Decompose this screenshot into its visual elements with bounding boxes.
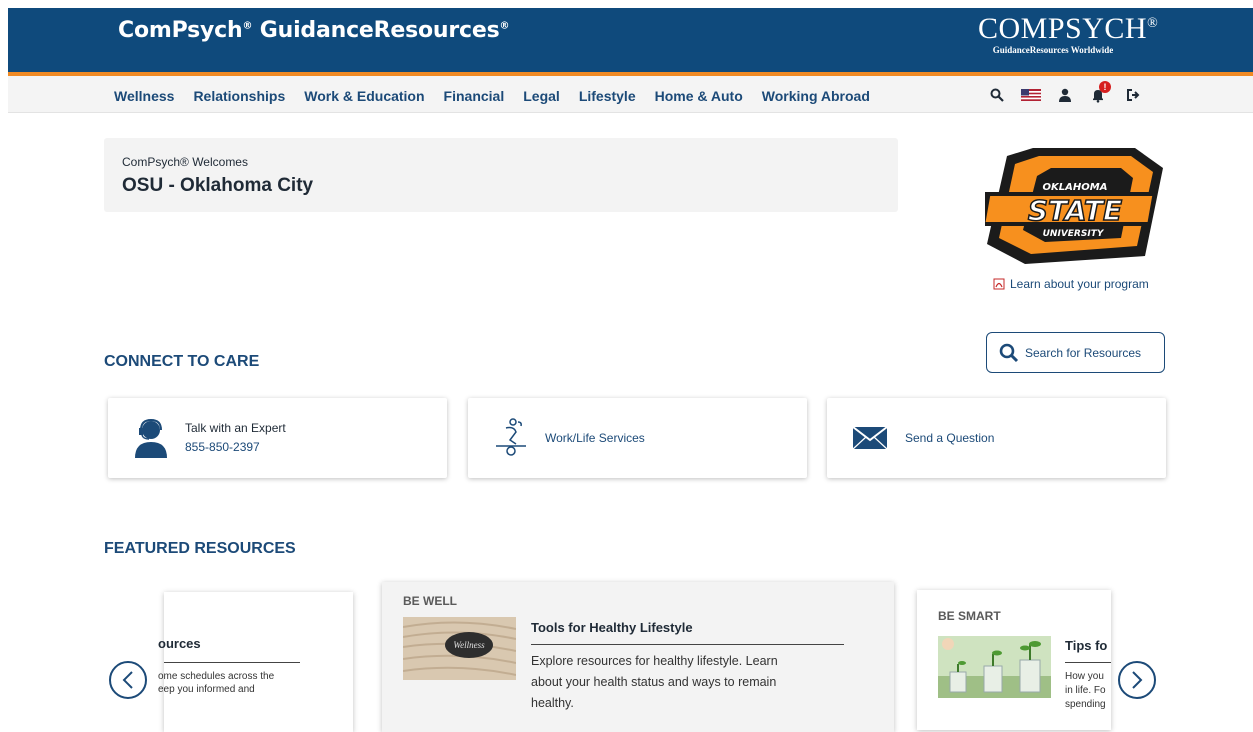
featured-right-desc-1: How you <box>1065 671 1104 682</box>
search-resources-label: Search for Resources <box>1025 345 1142 360</box>
envelope-icon <box>851 418 889 458</box>
featured-middle-desc-1: Explore resources for healthy lifestyle.… <box>531 654 778 668</box>
nav-item-legal[interactable]: Legal <box>523 88 560 104</box>
featured-card-be-smart[interactable]: BE SMART Tips fo How you in life. Fo spe… <box>917 590 1111 730</box>
svg-text:STATE: STATE <box>1028 194 1122 227</box>
nav-item-financial[interactable]: Financial <box>444 88 505 104</box>
us-flag-icon[interactable] <box>1020 85 1042 105</box>
welcome-panel: ComPsych® Welcomes OSU - Oklahoma City <box>104 138 898 212</box>
nav-icon-group: ! <box>986 81 1156 105</box>
brand-suffix: GuidanceResources <box>259 18 500 43</box>
svg-text:Wellness: Wellness <box>453 640 485 650</box>
user-icon[interactable] <box>1054 85 1076 105</box>
learn-program-link[interactable]: Learn about your program <box>993 277 1149 291</box>
welcome-subtitle: ComPsych® Welcomes <box>122 155 248 169</box>
send-question-card[interactable]: Send a Question <box>827 398 1166 478</box>
money-plant-image <box>938 636 1051 698</box>
featured-left-divider <box>164 662 300 663</box>
talk-expert-title: Talk with an Expert <box>185 421 286 435</box>
nav-item-working-abroad[interactable]: Working Abroad <box>762 88 870 104</box>
svg-text:OKLAHOMA: OKLAHOMA <box>1043 182 1108 193</box>
nav-item-home-auto[interactable]: Home & Auto <box>655 88 743 104</box>
work-life-card[interactable]: Work/Life Services <box>468 398 807 478</box>
nav-item-work-education[interactable]: Work & Education <box>304 88 424 104</box>
brand-name: ComPsych <box>118 18 243 43</box>
pdf-icon <box>993 278 1005 290</box>
featured-middle-title: Tools for Healthy Lifestyle <box>531 620 693 635</box>
send-question-label: Send a Question <box>905 431 995 445</box>
connect-heading: CONNECT TO CARE <box>104 353 260 370</box>
headset-agent-icon <box>132 418 170 458</box>
talk-expert-card[interactable]: Talk with an Expert 855-850-2397 <box>108 398 447 478</box>
featured-category-be-well: BE WELL <box>403 594 457 608</box>
featured-card-be-well[interactable]: BE WELL Wellness Tools for Healthy Lifes… <box>382 582 894 732</box>
logout-icon[interactable] <box>1122 85 1144 105</box>
featured-left-title: ources <box>158 636 201 651</box>
featured-right-divider <box>1065 662 1111 663</box>
featured-card-left[interactable]: ources ome schedules across the eep you … <box>158 592 353 732</box>
expert-phone-number[interactable]: 855-850-2397 <box>185 440 260 454</box>
work-life-label: Work/Life Services <box>545 431 645 445</box>
featured-category-be-smart: BE SMART <box>938 609 1001 623</box>
learn-program-label: Learn about your program <box>1010 277 1149 291</box>
wellness-stone-image: Wellness <box>403 617 516 680</box>
notification-bell-icon[interactable]: ! <box>1088 81 1111 105</box>
osu-logo: OKLAHOMA STATE UNIVERSITY <box>985 148 1163 264</box>
featured-left-desc-2: eep you informed and <box>158 684 255 695</box>
chevron-right-icon <box>1132 671 1143 689</box>
nav-item-wellness[interactable]: Wellness <box>114 88 174 104</box>
featured-left-desc-1: ome schedules across the <box>158 671 275 682</box>
featured-right-title: Tips fo <box>1065 638 1108 653</box>
featured-middle-desc-3: healthy. <box>531 696 574 710</box>
featured-right-desc-3: spending <box>1065 699 1106 710</box>
brand-title[interactable]: ComPsych® GuidanceResources® <box>118 18 509 43</box>
logo-main-text: COMPSYCH <box>978 12 1148 45</box>
chevron-left-icon <box>122 671 133 689</box>
main-nav: Wellness Relationships Work & Education … <box>114 88 889 104</box>
nav-item-lifestyle[interactable]: Lifestyle <box>579 88 636 104</box>
notification-badge: ! <box>1099 81 1111 93</box>
work-life-balance-icon <box>492 418 530 458</box>
carousel-prev-button[interactable] <box>109 661 147 699</box>
featured-right-desc-2: in life. Fo <box>1065 685 1106 696</box>
nav-item-relationships[interactable]: Relationships <box>193 88 285 104</box>
carousel-next-button[interactable] <box>1118 661 1156 699</box>
featured-middle-desc-2: about your health status and ways to rem… <box>531 675 777 689</box>
featured-heading: FEATURED RESOURCES <box>104 540 296 557</box>
svg-text:UNIVERSITY: UNIVERSITY <box>1043 229 1105 239</box>
search-resources-button[interactable]: Search for Resources <box>986 332 1165 373</box>
featured-middle-divider <box>531 644 844 645</box>
compsych-logo[interactable]: COMPSYCH® GuidanceResources Worldwide <box>978 10 1158 56</box>
logo-sub-text: GuidanceResources Worldwide <box>992 45 1114 55</box>
search-icon <box>999 343 1019 362</box>
search-icon[interactable] <box>986 85 1008 105</box>
organization-name: OSU - Oklahoma City <box>122 175 314 196</box>
